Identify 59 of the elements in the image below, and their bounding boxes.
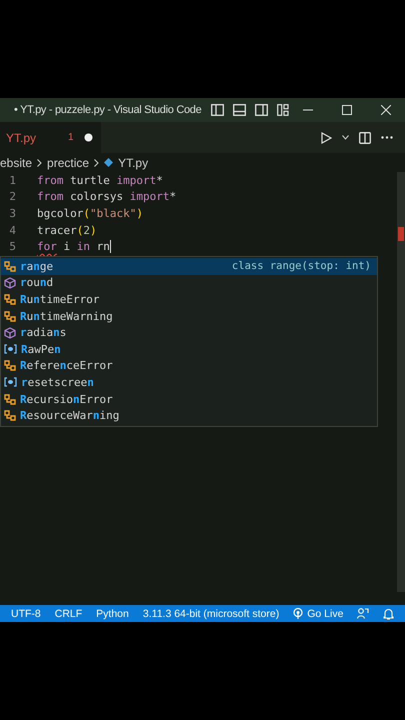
class-icon xyxy=(4,310,16,322)
suggestion-item[interactable]: resetscreen xyxy=(1,374,377,391)
suggestion-item[interactable]: RuntimeWarning xyxy=(1,308,377,324)
status-item[interactable]: UTF-8 xyxy=(11,608,41,620)
caret-icon[interactable] xyxy=(342,135,349,140)
go-live-button[interactable]: Go Live xyxy=(293,608,344,620)
suggestion-item[interactable]: ReferenceError xyxy=(1,358,377,374)
chevron-icon xyxy=(37,158,42,166)
suggestion-item[interactable]: RecursionError xyxy=(1,390,377,408)
status-item[interactable]: CRLF xyxy=(54,608,82,620)
line-number: 5 xyxy=(8,240,16,254)
line-number: 2 xyxy=(8,190,16,204)
window-title: • YT.py - puzzele.py - Visual Studio Code xyxy=(14,104,202,116)
split-editor-icon[interactable] xyxy=(359,132,371,144)
class-icon xyxy=(4,294,16,305)
status-item[interactable]: 3.11.3 64-bit (microsoft store) xyxy=(142,608,280,620)
line-number: 1 xyxy=(8,174,16,187)
chevron-icon xyxy=(94,158,100,166)
customize-layout-icon[interactable] xyxy=(277,104,290,116)
variable-icon xyxy=(4,377,17,388)
broadcast-icon xyxy=(293,608,304,619)
run-icon[interactable] xyxy=(321,132,332,144)
suggestion-item[interactable]: range class range(stop: int) xyxy=(1,258,377,275)
code-line: from colorsys import* xyxy=(37,190,176,204)
secondary-sidebar-icon[interactable] xyxy=(255,104,268,116)
breadcrumb-item[interactable]: YT.py xyxy=(118,156,148,170)
close-icon[interactable] xyxy=(381,105,391,115)
code-line: from turtle import* xyxy=(37,174,163,187)
cube-icon xyxy=(4,326,16,339)
line-number: 4 xyxy=(8,224,16,237)
feedback-icon[interactable] xyxy=(357,608,370,619)
breadcrumb-item[interactable]: prectice xyxy=(47,156,90,170)
cube-icon xyxy=(4,276,16,289)
more-icon[interactable] xyxy=(381,136,393,139)
code-line: for i in rn xyxy=(37,240,111,254)
python-file-icon xyxy=(104,158,114,167)
sidebar-layout-icon[interactable] xyxy=(211,104,224,116)
status-item[interactable]: Python xyxy=(96,608,129,620)
suggestion-item[interactable]: RuntimeError xyxy=(1,291,377,308)
variable-icon xyxy=(4,344,17,354)
editor-tab[interactable]: YT.py 1 xyxy=(0,122,101,153)
class-icon xyxy=(4,410,16,422)
suggestion-item[interactable]: radians xyxy=(1,324,377,341)
line-number: 3 xyxy=(8,206,16,220)
suggestion-item[interactable]: round xyxy=(1,274,377,292)
code-line: tracer(2) xyxy=(37,224,97,237)
suggestion-detail: class range(stop: int) xyxy=(232,260,371,272)
problem-count: 1 xyxy=(68,132,74,143)
class-icon xyxy=(4,394,16,405)
maximize-icon[interactable] xyxy=(342,105,352,115)
bell-icon[interactable] xyxy=(383,608,394,620)
breadcrumb-item[interactable]: ebsite xyxy=(0,156,32,170)
suggestion-item[interactable]: ResourceWarning xyxy=(1,407,377,424)
class-icon xyxy=(4,360,16,372)
unsaved-dot-icon[interactable] xyxy=(84,133,93,142)
code-line: bgcolor("black") xyxy=(37,206,143,220)
class-icon xyxy=(4,260,16,272)
suggestion-item[interactable]: RawPen xyxy=(1,340,377,358)
panel-layout-icon[interactable] xyxy=(233,104,246,116)
